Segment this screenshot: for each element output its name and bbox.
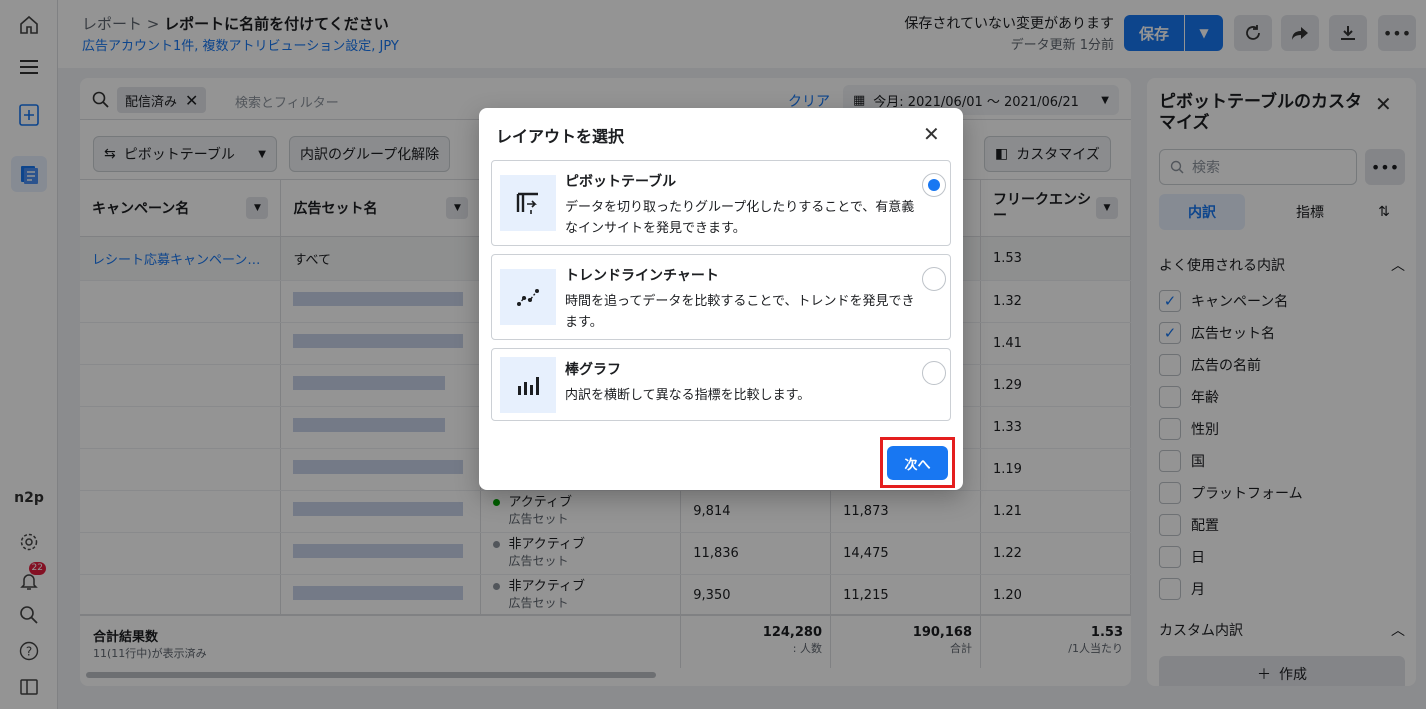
pivot-table-icon: [500, 175, 556, 231]
radio-pivot-table[interactable]: [922, 173, 946, 197]
option-name: トレンドラインチャート: [565, 268, 719, 284]
radio-trendline-chart[interactable]: [922, 267, 946, 291]
layout-select-dialog: レイアウトを選択 ✕ ピボットテーブル データを切り取ったりグループ化したりする…: [479, 108, 963, 490]
option-description: 内訳を横断して異なる指標を比較します。: [565, 388, 811, 403]
dialog-title: レイアウトを選択: [496, 127, 625, 146]
option-name: 棒グラフ: [565, 362, 621, 378]
radio-bar-chart[interactable]: [922, 361, 946, 385]
option-name: ピボットテーブル: [565, 174, 677, 190]
option-description: 時間を追ってデータを比較することで、トレンドを発見できます。: [565, 294, 915, 330]
option-trendline-chart[interactable]: トレンドラインチャート 時間を追ってデータを比較することで、トレンドを発見できま…: [491, 254, 951, 340]
trendline-chart-icon: [500, 269, 556, 325]
close-icon[interactable]: ✕: [923, 122, 940, 146]
option-description: データを切り取ったりグループ化したりすることで、有意義なインサイトを発見できます…: [565, 200, 915, 236]
next-button-highlight: 次へ: [880, 437, 955, 488]
bar-chart-icon: [500, 357, 556, 413]
next-button[interactable]: 次へ: [887, 446, 948, 480]
option-pivot-table[interactable]: ピボットテーブル データを切り取ったりグループ化したりすることで、有意義なインサ…: [491, 160, 951, 246]
option-bar-chart[interactable]: 棒グラフ 内訳を横断して異なる指標を比較します。: [491, 348, 951, 421]
